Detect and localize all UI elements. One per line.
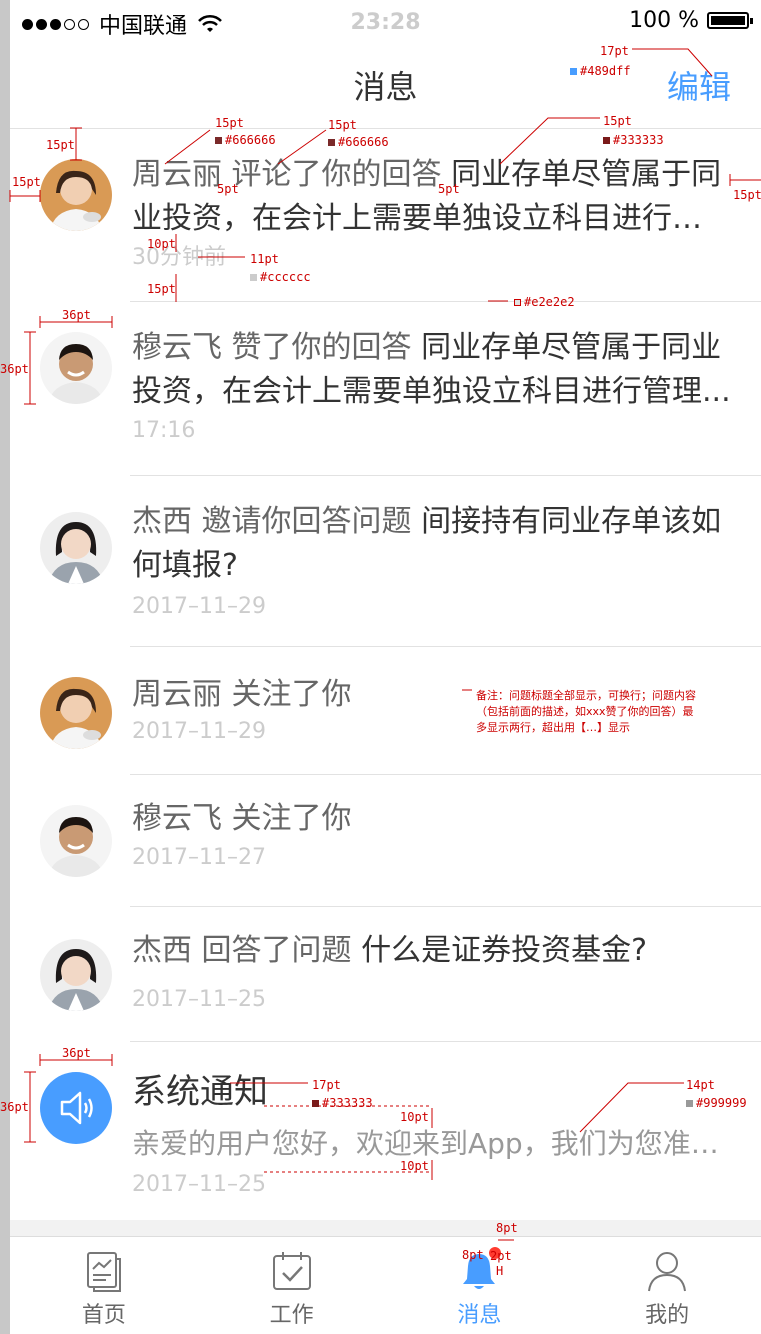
speaker-icon xyxy=(40,1072,112,1144)
annotation: 5pt xyxy=(438,182,460,196)
message-text: 穆云飞 关注了你 xyxy=(132,797,731,841)
annotation: 15pt xyxy=(215,116,244,130)
annotation: 17pt xyxy=(312,1078,341,1092)
message-time: 2017–11–25 xyxy=(132,987,266,1012)
annotation: 36pt xyxy=(62,308,91,322)
annotation: 15pt xyxy=(147,282,176,296)
annotation: 15pt xyxy=(328,118,357,132)
annotation: #666666 xyxy=(215,133,276,147)
message-content: 什么是证券投资基金? xyxy=(361,933,648,968)
list-item[interactable]: 周云丽 评论了你的回答 同业存单尽管属于同业投资，在会计上需要单独设立科目进行管… xyxy=(40,129,761,302)
message-action: 回答了问题 xyxy=(201,933,352,968)
annotation: 10pt xyxy=(400,1110,429,1124)
tab-home[interactable]: 首页 xyxy=(10,1237,198,1334)
system-notice-item[interactable]: 系统通知 亲爱的用户您好，欢迎来到App，我们为您准备... 2017–11–2… xyxy=(40,1042,761,1218)
message-action: 赞了你的回答 xyxy=(231,330,412,365)
annotation: 36pt xyxy=(62,1046,91,1060)
annotation: 2pt xyxy=(490,1249,512,1263)
avatar xyxy=(40,805,112,877)
phone-screen: 中国联通 23:28 100 % 消息 编辑 周云丽 评论了你的回答 同业存单尽… xyxy=(10,0,761,1334)
system-notice-desc: 亲爱的用户您好，欢迎来到App，我们为您准备... xyxy=(132,1127,731,1160)
edit-button[interactable]: 编辑 xyxy=(667,62,731,108)
status-bar: 中国联通 23:28 100 % xyxy=(10,0,761,40)
avatar xyxy=(40,332,112,404)
home-doc-icon xyxy=(86,1252,121,1292)
system-notice-title: 系统通知 xyxy=(132,1072,268,1112)
annotation: 15pt xyxy=(12,175,41,189)
annotation: 15pt xyxy=(733,188,761,202)
tab-label: 首页 xyxy=(81,1303,126,1328)
nav-bar: 消息 编辑 xyxy=(10,40,761,129)
message-action: 评论了你的回答 xyxy=(231,157,442,192)
message-text: 杰西 邀请你回答问题 间接持有同业存单该如何填报? xyxy=(132,500,731,588)
sender-name: 周云丽 xyxy=(132,677,222,712)
avatar xyxy=(40,677,112,749)
annotation: 11pt xyxy=(250,252,279,266)
avatar xyxy=(40,159,112,231)
calendar-check-icon xyxy=(272,1252,311,1290)
message-time: 17:16 xyxy=(132,418,196,443)
annotation: 17pt xyxy=(600,44,629,58)
list-item[interactable]: 杰西 回答了问题 什么是证券投资基金? 2017–11–25 xyxy=(40,907,761,1042)
sender-name: 杰西 xyxy=(132,933,192,968)
annotation: 8pt xyxy=(496,1221,518,1235)
annotation: #666666 xyxy=(328,135,389,149)
message-time: 2017–11–25 xyxy=(132,1172,266,1197)
tabbar-separator xyxy=(10,1220,761,1236)
annotation: 8pt xyxy=(462,1248,484,1262)
message-list: 周云丽 评论了你的回答 同业存单尽管属于同业投资，在会计上需要单独设立科目进行管… xyxy=(10,129,761,1218)
annotation: 10pt xyxy=(147,237,176,251)
battery-percent: 100 % xyxy=(629,8,699,33)
list-item[interactable]: 穆云飞 关注了你 2017–11–27 xyxy=(40,775,761,907)
message-text: 穆云飞 赞了你的回答 同业存单尽管属于同业投资，在会计上需要单独设立科目进行管理… xyxy=(132,326,731,414)
tab-label: 工作 xyxy=(269,1303,314,1328)
message-action: 邀请你回答问题 xyxy=(201,504,412,539)
annotation: #333333 xyxy=(603,133,664,147)
annotation: H xyxy=(496,1264,504,1278)
page-title: 消息 xyxy=(353,68,418,106)
tab-profile[interactable]: 我的 xyxy=(573,1237,761,1334)
sender-name: 杰西 xyxy=(132,504,192,539)
sender-name: 穆云飞 xyxy=(132,330,222,365)
list-item[interactable]: 穆云飞 赞了你的回答 同业存单尽管属于同业投资，在会计上需要单独设立科目进行管理… xyxy=(40,302,761,476)
tab-label: 消息 xyxy=(457,1303,502,1328)
message-time: 30分钟前 xyxy=(132,245,226,270)
annotation: 36pt xyxy=(0,362,29,376)
annotation: #489dff xyxy=(570,64,631,78)
annotation: #cccccc xyxy=(250,270,311,284)
annotation: #999999 xyxy=(686,1096,747,1110)
tab-bar: 首页 工作 消息 我的 xyxy=(10,1236,761,1334)
message-content: 同业存单尽管属于同业投资，在会计上需要单独设立科目进行管理... xyxy=(132,330,731,409)
tab-work[interactable]: 工作 xyxy=(198,1237,386,1334)
user-icon xyxy=(648,1252,687,1292)
annotation: 15pt xyxy=(46,138,75,152)
message-text: 杰西 回答了问题 什么是证券投资基金? xyxy=(132,929,731,973)
battery-icon xyxy=(707,12,753,29)
annotation: 36pt xyxy=(0,1100,29,1114)
tab-label: 我的 xyxy=(645,1303,690,1328)
annotation: 5pt xyxy=(217,182,239,196)
annotation: #333333 xyxy=(312,1096,373,1110)
annotation: 10pt xyxy=(400,1159,429,1173)
annotation: 14pt xyxy=(686,1078,715,1092)
list-item[interactable]: 杰西 邀请你回答问题 间接持有同业存单该如何填报? 2017–11–29 xyxy=(40,476,761,647)
annotation: 15pt xyxy=(603,114,632,128)
message-text: 周云丽 评论了你的回答 同业存单尽管属于同业投资，在会计上需要单独设立科目进行管… xyxy=(132,153,731,241)
avatar xyxy=(40,512,112,584)
sender-name: 周云丽 xyxy=(132,157,222,192)
design-note: 备注：问题标题全部显示，可换行；问题内容（包括前面的描述，如xxx赞了你的回答）… xyxy=(476,689,696,734)
message-action: 关注了你 xyxy=(231,677,352,712)
message-action: 关注了你 xyxy=(231,801,352,836)
annotation: #e2e2e2 xyxy=(514,295,575,309)
sender-name: 穆云飞 xyxy=(132,801,222,836)
message-time: 2017–11–27 xyxy=(132,845,266,870)
message-time: 2017–11–29 xyxy=(132,594,266,619)
avatar xyxy=(40,939,112,1011)
